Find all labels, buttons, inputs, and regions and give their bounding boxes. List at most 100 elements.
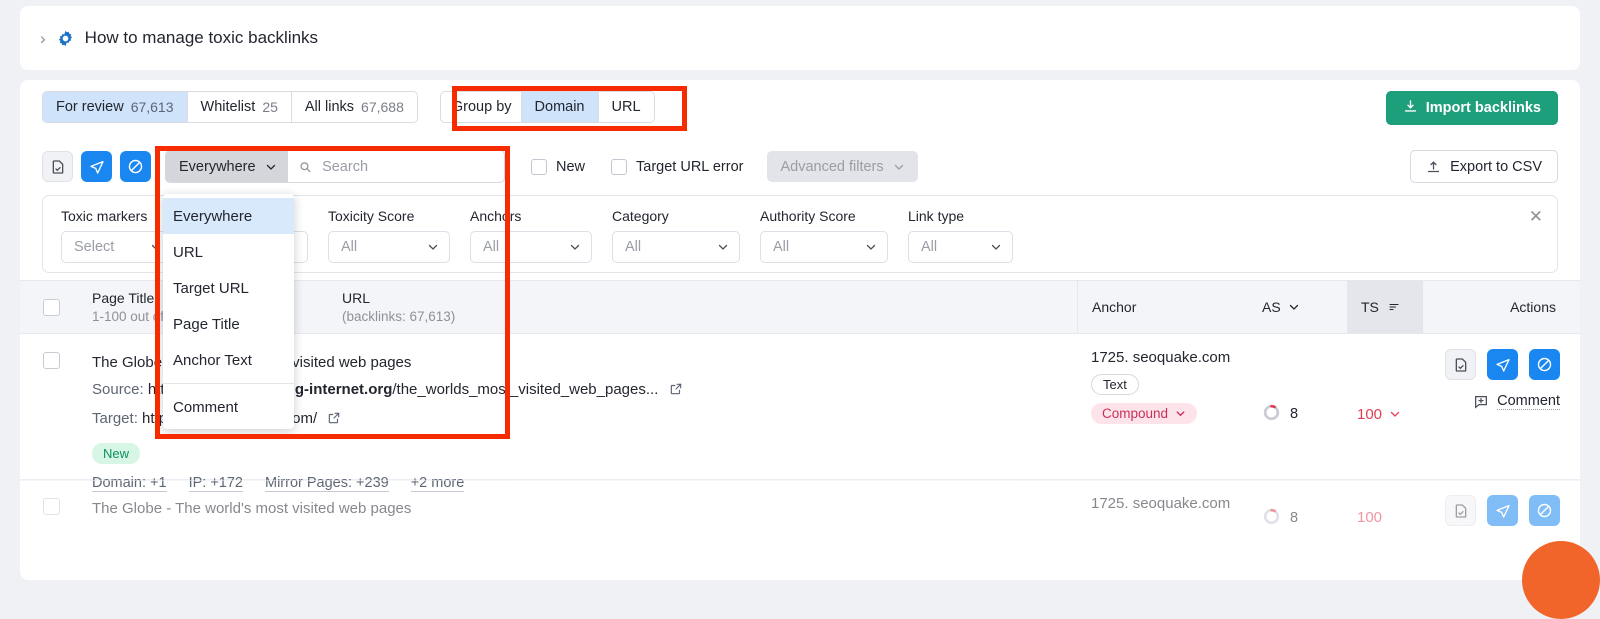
whitelist-icon[interactable]	[42, 151, 73, 182]
chevron-down-icon	[1176, 411, 1185, 417]
filter-toxicity-score: Toxicity Score All	[328, 208, 450, 263]
chevron-down-icon[interactable]	[1389, 408, 1401, 420]
search-bar: Everywhere	[165, 150, 505, 183]
group-by-domain[interactable]: Domain	[520, 92, 598, 122]
filter-anchors: Anchors All	[470, 208, 592, 263]
column-url-label: URL	[342, 290, 371, 306]
row-comment-button[interactable]: Comment	[1473, 393, 1560, 410]
filter-toxic-markers-select[interactable]: Select	[61, 231, 173, 263]
import-backlinks-button[interactable]: Import backlinks	[1385, 91, 1558, 125]
row-anchor-cell: 1725. seoquake.com	[1077, 495, 1262, 540]
target-url-error-checkbox[interactable]	[611, 158, 628, 175]
row-as-cell: 8	[1262, 495, 1347, 540]
column-as[interactable]: AS	[1262, 299, 1347, 315]
help-banner[interactable]: › How to manage toxic backlinks	[20, 6, 1580, 70]
upload-icon	[1428, 161, 1440, 173]
filter-link-type-value: All	[921, 239, 938, 255]
row-page-title: The Globe - The world's most visited web…	[92, 500, 412, 517]
chevron-down-icon	[991, 244, 1001, 250]
search-scope-dropdown: Everywhere URL Target URL Page Title Anc…	[163, 194, 294, 429]
row-select-cell[interactable]	[20, 349, 82, 479]
row-checkbox[interactable]	[42, 498, 60, 515]
chevron-down-icon	[266, 164, 275, 170]
column-as-label: AS	[1262, 299, 1281, 315]
filter-category-select[interactable]: All	[612, 231, 740, 263]
row-ts-value: 100	[1357, 509, 1383, 526]
block-icon[interactable]	[120, 151, 151, 182]
tab-whitelist[interactable]: Whitelist 25	[187, 92, 292, 122]
row-ts-cell[interactable]: 100	[1347, 349, 1423, 479]
column-anchor[interactable]: Anchor	[1077, 281, 1262, 333]
column-ts-label: TS	[1361, 299, 1379, 315]
row-action-buttons	[1445, 349, 1560, 380]
tab-all-links[interactable]: All links 67,688	[291, 92, 417, 122]
filter-link-type-select[interactable]: All	[908, 231, 1013, 263]
row-target-label: Target:	[92, 410, 138, 427]
new-checkbox[interactable]	[531, 158, 547, 175]
group-by-control: Group by Domain URL	[439, 91, 655, 123]
scope-option-page-title[interactable]: Page Title	[163, 306, 294, 342]
search-scope-select[interactable]: Everywhere	[166, 151, 288, 182]
dropdown-divider	[163, 383, 294, 384]
filter-anchors-select[interactable]: All	[470, 231, 592, 263]
filter-toxicity-score-select[interactable]: All	[328, 231, 450, 263]
search-field[interactable]	[288, 151, 504, 182]
page-title: How to manage toxic backlinks	[84, 28, 319, 47]
search-input[interactable]	[320, 157, 504, 176]
filter-authority-score-select[interactable]: All	[760, 231, 888, 263]
anchor-tag-badge[interactable]: Compound	[1091, 403, 1198, 424]
filter-anchors-label: Anchors	[470, 208, 522, 224]
row-whitelist-icon[interactable]	[1445, 495, 1476, 526]
row-whitelist-icon[interactable]	[1445, 349, 1476, 380]
send-to-disavow-icon[interactable]	[81, 151, 112, 182]
scope-option-target-url[interactable]: Target URL	[163, 270, 294, 306]
table-row[interactable]: The Globe - The world's most visited web…	[20, 480, 1580, 540]
select-all-cell[interactable]	[20, 298, 82, 316]
export-to-csv-button[interactable]: Export to CSV	[1410, 150, 1558, 183]
chevron-down-icon	[718, 244, 728, 250]
row-checkbox[interactable]	[42, 352, 60, 369]
advanced-filters-label: Advanced filters	[780, 158, 884, 175]
tab-for-review[interactable]: For review 67,613	[43, 92, 188, 122]
external-link-icon[interactable]	[327, 407, 341, 434]
column-url-sub: (backlinks: 67,613)	[342, 309, 456, 324]
row-ts-cell[interactable]: 100	[1347, 495, 1423, 540]
column-url[interactable]: URL (backlinks: 67,613)	[342, 281, 1077, 333]
filter-anchors-value: All	[483, 239, 500, 255]
select-all-checkbox[interactable]	[42, 298, 60, 316]
filter-toxic-markers-label: Toxic markers	[61, 208, 148, 224]
download-icon	[1403, 99, 1418, 118]
scope-option-anchor-text[interactable]: Anchor Text	[163, 342, 294, 378]
view-tabs: For review 67,613 Whitelist 25 All links…	[42, 91, 418, 123]
chevron-down-icon	[428, 244, 438, 250]
column-anchor-label: Anchor	[1092, 299, 1137, 315]
external-link-icon[interactable]	[669, 378, 683, 405]
scope-option-url[interactable]: URL	[163, 234, 294, 270]
row-main-cell: The Globe - The world's most visited web…	[82, 495, 1077, 540]
scope-option-comment[interactable]: Comment	[163, 389, 294, 425]
filter-target-url-error[interactable]: Target URL error	[611, 158, 743, 175]
chevron-down-icon	[894, 164, 903, 170]
tabs-row: For review 67,613 Whitelist 25 All links…	[42, 91, 655, 123]
group-by-url[interactable]: URL	[597, 92, 654, 122]
row-select-cell[interactable]	[20, 495, 82, 540]
row-action-buttons	[1445, 495, 1560, 526]
row-block-icon[interactable]	[1529, 349, 1560, 380]
advanced-filters-button[interactable]: Advanced filters	[767, 151, 918, 182]
tab-for-review-label: For review	[56, 99, 124, 115]
column-ts[interactable]: TS	[1347, 281, 1423, 333]
tab-all-links-count: 67,688	[361, 99, 404, 115]
toolbar: Everywhere New Target URL error Advanced…	[42, 150, 918, 183]
row-anchor-cell: 1725. seoquake.com Text Compound	[1077, 349, 1262, 479]
anchor-tag-label: Compound	[1102, 406, 1169, 421]
row-send-to-disavow-icon[interactable]	[1487, 349, 1518, 380]
import-backlinks-label: Import backlinks	[1425, 100, 1541, 116]
scope-option-everywhere[interactable]: Everywhere	[163, 198, 294, 234]
filter-new[interactable]: New	[531, 158, 585, 175]
tab-whitelist-count: 25	[262, 99, 278, 115]
row-block-icon[interactable]	[1529, 495, 1560, 526]
close-icon[interactable]: ✕	[1529, 208, 1543, 225]
export-to-csv-label: Export to CSV	[1450, 158, 1542, 175]
row-send-to-disavow-icon[interactable]	[1487, 495, 1518, 526]
filter-link-type-label: Link type	[908, 208, 965, 224]
